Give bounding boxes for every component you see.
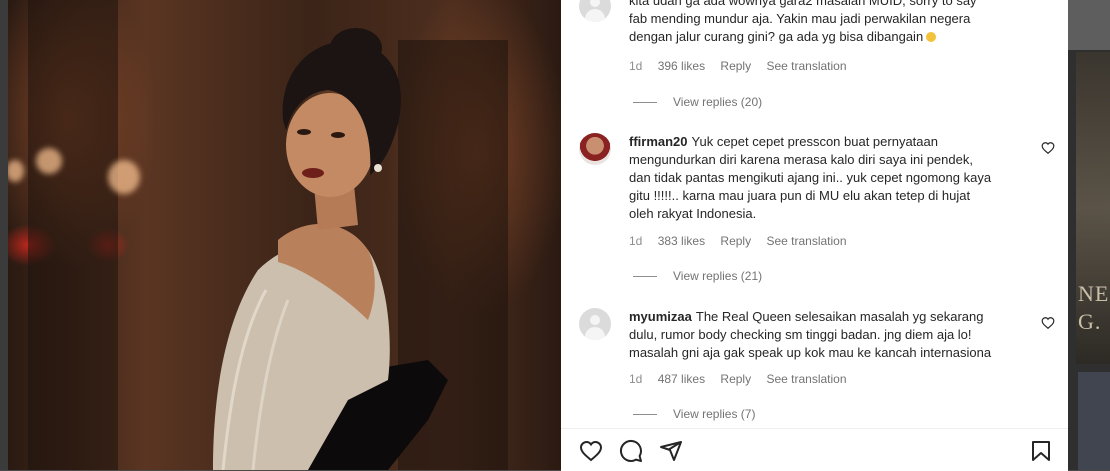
view-replies-label[interactable]: View replies (20)	[673, 95, 762, 109]
comment-text: kita udah ga ada wownya gara2 masalah MU…	[629, 0, 1029, 46]
backdrop-text-line: G.	[1078, 309, 1102, 334]
comment-line: myumizaa The Real Queen selesaikan masala…	[629, 309, 984, 324]
view-replies-button[interactable]: View replies (7)	[633, 406, 755, 422]
modal-backdrop-right: NE G.	[1068, 0, 1110, 470]
replies-divider-line	[633, 102, 657, 104]
comment-username[interactable]: myumizaa	[629, 309, 692, 324]
comment-username[interactable]: ffirman20	[629, 134, 688, 149]
replies-divider-line	[633, 276, 657, 278]
view-replies-label[interactable]: View replies (21)	[673, 269, 762, 283]
comment-line: ffirman20 Yuk cepet cepet presscon buat p…	[629, 134, 938, 149]
comments-panel: kita udah ga ada wownya gara2 masalah MU…	[561, 0, 1068, 470]
backdrop-panel	[1068, 0, 1110, 50]
avatar[interactable]	[579, 133, 611, 165]
comment-age: 1d	[629, 59, 643, 73]
comment-line: gitu !!!!!.. karna mau juara pun di MU e…	[629, 188, 971, 203]
comment-line: dengan jalur curang gini? ga ada yg bisa…	[629, 28, 1029, 46]
like-comment-heart-icon[interactable]	[1041, 141, 1055, 155]
avatar[interactable]	[579, 308, 611, 340]
see-translation-link[interactable]: See translation	[766, 372, 846, 386]
comment-text: myumizaa The Real Queen selesaikan masala…	[629, 308, 1029, 362]
like-comment-heart-icon[interactable]	[1041, 316, 1055, 330]
likes-count[interactable]: 383 likes	[658, 234, 705, 248]
backdrop-panel	[1078, 372, 1110, 470]
avatar[interactable]	[579, 0, 611, 22]
share-icon[interactable]	[659, 439, 683, 463]
comment-icon[interactable]	[619, 439, 643, 463]
comment-text: ffirman20 Yuk cepet cepet presscon buat p…	[629, 133, 1029, 223]
view-replies-label[interactable]: View replies (7)	[673, 407, 755, 421]
view-replies-button[interactable]: View replies (21)	[633, 268, 762, 284]
backdrop-text: NE G.	[1078, 280, 1109, 336]
view-replies-button[interactable]: View replies (20)	[633, 94, 762, 110]
comment-line: fab mending mundur aja. Yakin mau jadi p…	[629, 11, 971, 26]
comment-meta: 1d 383 likes Reply See translation	[629, 233, 859, 249]
comment-line: kita udah ga ada wownya gara2 masalah MU…	[629, 0, 977, 8]
reply-button[interactable]: Reply	[720, 372, 751, 386]
comment-line: masalah gni aja gak speak up kok mau ke …	[629, 345, 992, 360]
see-translation-link[interactable]: See translation	[766, 59, 846, 73]
reply-button[interactable]: Reply	[720, 59, 751, 73]
likes-count[interactable]: 487 likes	[658, 372, 705, 386]
comment-line: dan tidak pantas mengikuti ajang ini.. y…	[629, 170, 992, 185]
replies-divider-line	[633, 414, 657, 416]
post-action-bar	[561, 428, 1068, 471]
comment-line: oleh rakyat Indonesia.	[629, 206, 757, 221]
comment-line: mengundurkan diri karena merasa kalo dir…	[629, 152, 973, 167]
sad-face-emoji	[926, 32, 937, 42]
comment-age: 1d	[629, 372, 643, 386]
backdrop-text-line: NE	[1078, 281, 1110, 306]
heart-icon[interactable]	[579, 439, 603, 463]
comment-meta: 1d 396 likes Reply See translation	[629, 58, 859, 74]
reply-button[interactable]: Reply	[720, 234, 751, 248]
woman-portrait	[213, 28, 448, 470]
comment-meta: 1d 487 likes Reply See translation	[629, 371, 859, 387]
see-translation-link[interactable]: See translation	[766, 234, 846, 248]
likes-count[interactable]: 396 likes	[658, 59, 705, 73]
comment-age: 1d	[629, 234, 643, 248]
comment-line: dulu, rumor body checking sm tinggi bada…	[629, 327, 972, 342]
modal-backdrop-left	[0, 0, 8, 470]
post-image[interactable]	[8, 0, 561, 470]
bookmark-icon[interactable]	[1029, 439, 1053, 463]
